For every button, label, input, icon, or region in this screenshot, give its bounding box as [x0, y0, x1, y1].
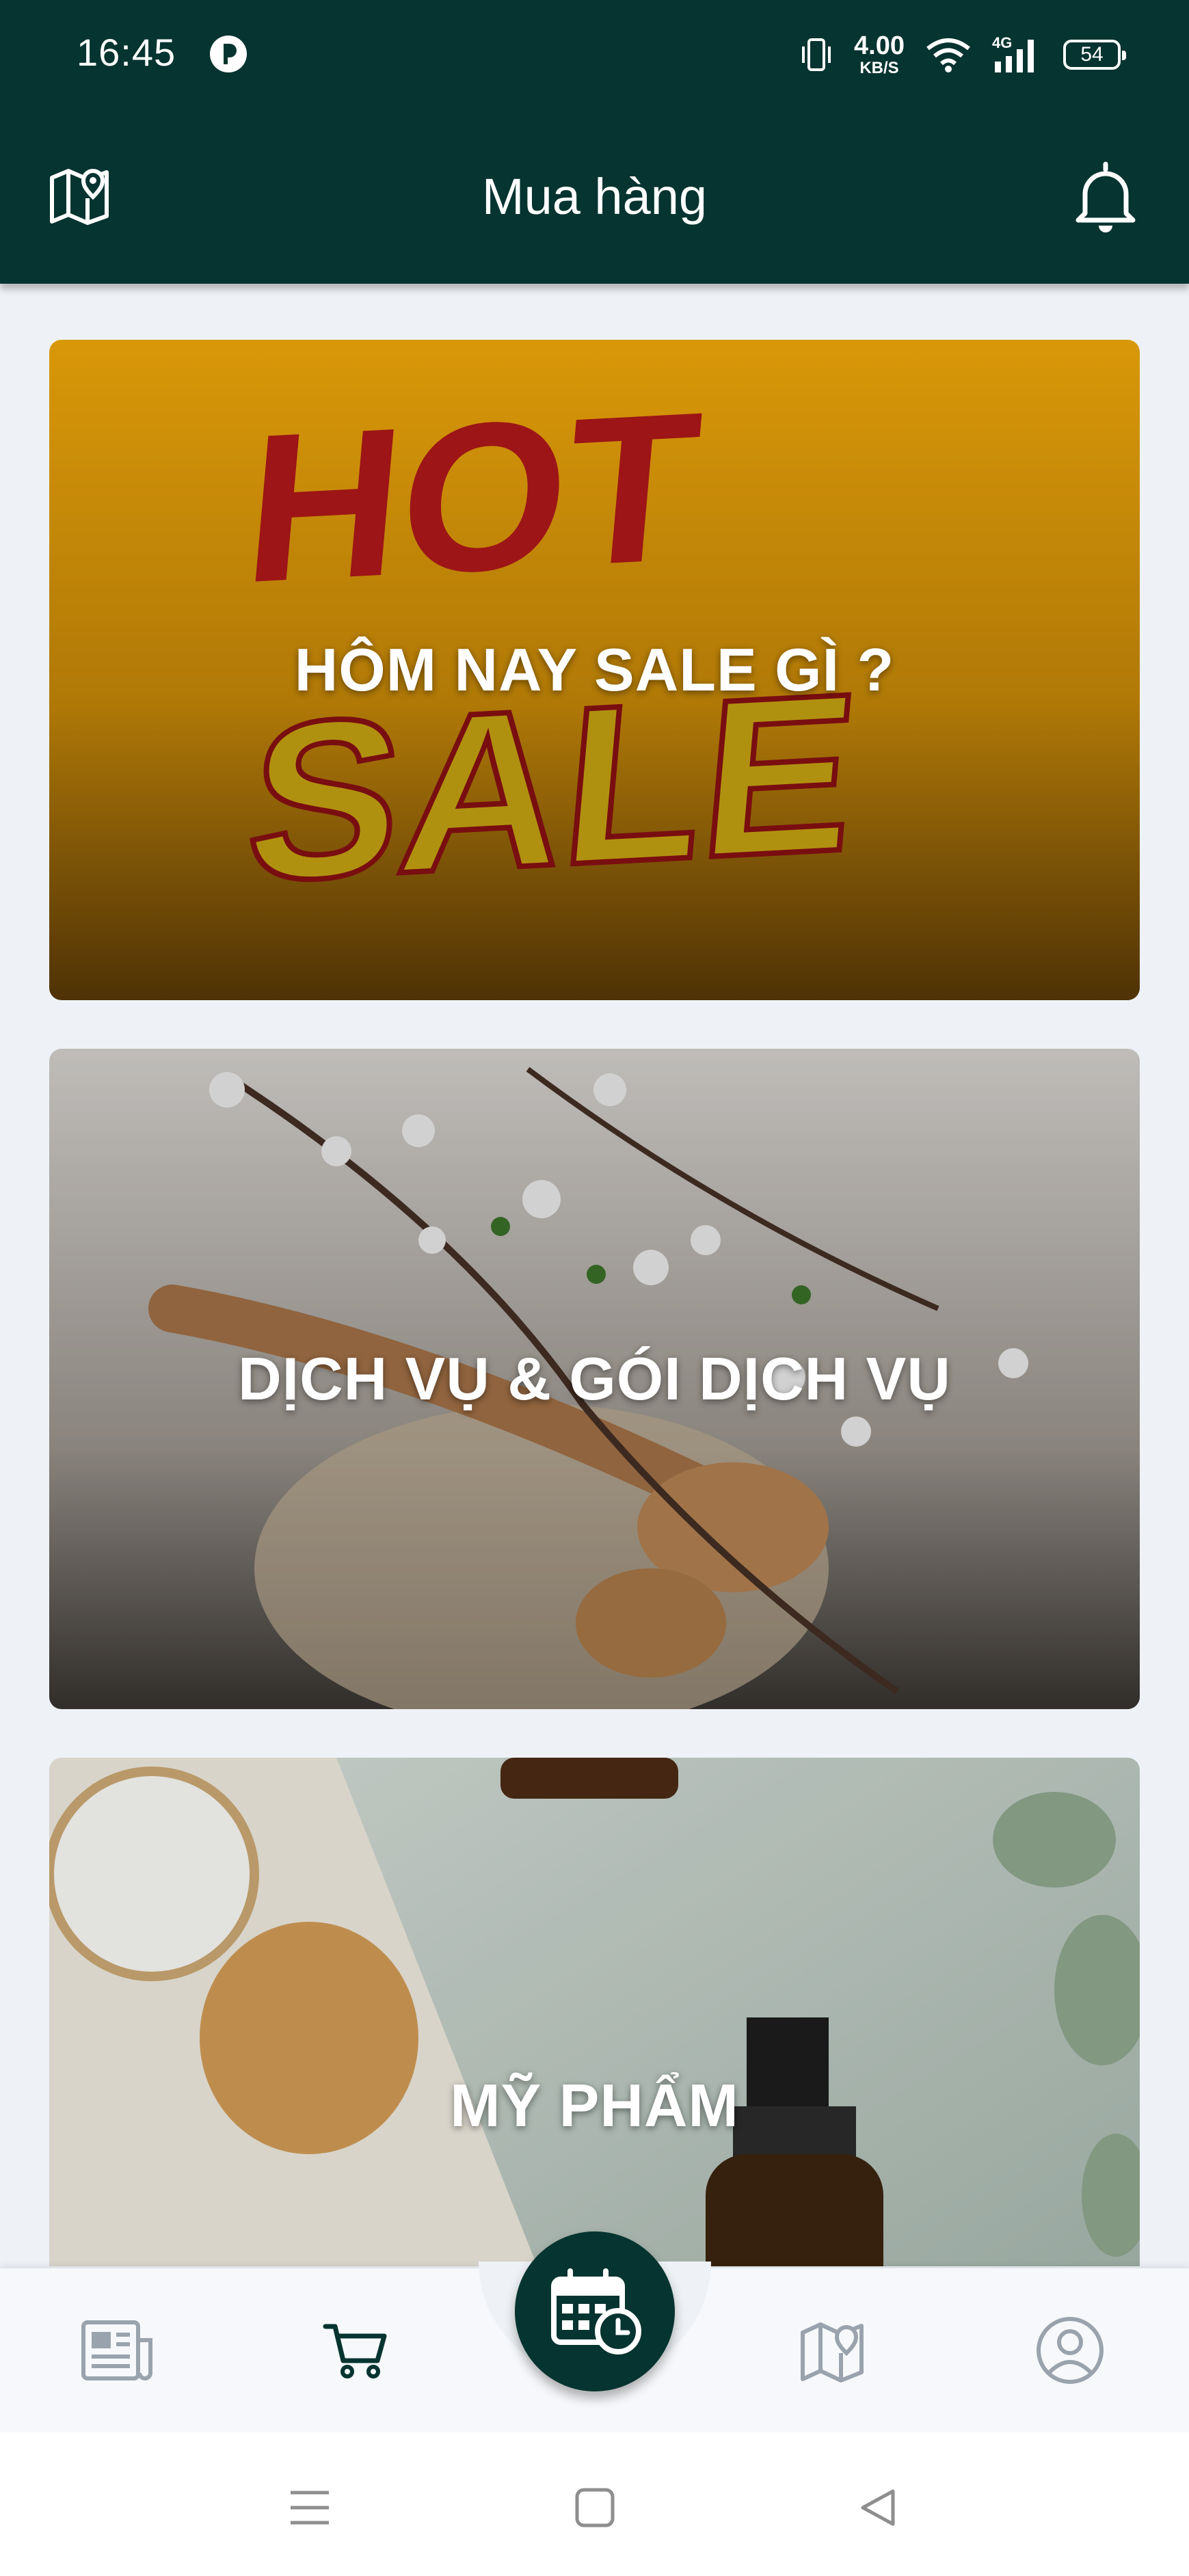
cosmetics-jars-image — [49, 1758, 1140, 2266]
back-triangle-icon — [861, 2489, 895, 2526]
app-notification-icon — [210, 36, 247, 72]
category-card-hot-sale[interactable]: HOT SALE HÔM NAY SALE GÌ ? — [49, 340, 1140, 1000]
recent-apps-button[interactable] — [282, 2480, 337, 2535]
profile-icon — [1037, 2317, 1104, 2384]
status-icons: 4.00 KB/S 4G 54 — [799, 27, 1126, 82]
system-navigation-bar — [0, 2432, 1189, 2576]
home-button[interactable] — [567, 2480, 622, 2535]
category-label: HÔM NAY SALE GÌ ? — [294, 636, 895, 703]
app-bar: Mua hàng — [0, 109, 1189, 284]
calendar-clock-icon — [551, 2268, 641, 2354]
status-bar: 16:45 4.00 KB/S 4G 54 — [0, 0, 1189, 109]
nav-profile[interactable] — [1029, 2309, 1111, 2391]
network-speed: 4.00 KB/S — [854, 31, 905, 77]
page-title: Mua hàng — [481, 168, 708, 225]
vibrate-icon — [802, 38, 831, 71]
battery-icon: 54 — [1063, 40, 1126, 70]
cart-icon — [323, 2324, 387, 2378]
category-list: HOT SALE HÔM NAY SALE GÌ ? — [0, 284, 1189, 2266]
back-button[interactable] — [851, 2480, 905, 2535]
category-label: MỸ PHẨM — [450, 2071, 739, 2139]
home-square-icon — [575, 2488, 615, 2527]
nav-cart[interactable] — [315, 2309, 397, 2391]
menu-icon — [291, 2491, 329, 2525]
nav-news[interactable] — [77, 2309, 159, 2391]
wifi-icon — [926, 38, 970, 72]
category-label: DỊCH VỤ & GÓI DỊCH VỤ — [238, 1345, 951, 1412]
category-card-services[interactable]: DỊCH VỤ & GÓI DỊCH VỤ — [49, 1049, 1140, 1709]
news-icon — [81, 2320, 152, 2380]
map-icon — [801, 2322, 864, 2383]
category-card-cosmetics[interactable]: MỸ PHẨM — [49, 1758, 1140, 2266]
signal-icon: 4G — [992, 34, 1043, 75]
bell-icon[interactable] — [1070, 159, 1141, 234]
booking-fab-button[interactable] — [515, 2231, 675, 2391]
status-time: 16:45 — [77, 31, 176, 74]
nav-map[interactable] — [791, 2309, 873, 2391]
